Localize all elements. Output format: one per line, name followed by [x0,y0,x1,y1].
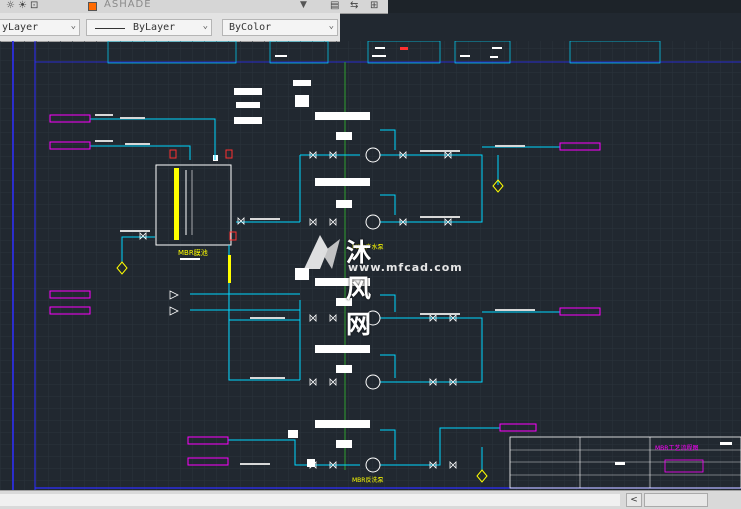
watermark-logo-icon [304,235,340,269]
color-combo-value: ByColor [229,22,272,33]
layer-freeze-icon[interactable]: ☀ [18,0,27,11]
layer-dropdown-icon[interactable]: ▼ [300,0,307,10]
watermark-text: 沐风网 [346,238,375,339]
chevron-down-icon[interactable]: ⌄ [203,21,208,31]
chevron-down-icon[interactable]: ⌄ [71,21,76,31]
linetype-combo[interactable]: ByLayer ⌄ [86,19,212,36]
scroll-thumb[interactable] [644,493,708,507]
pump-label-2: MBR反洗泵 [352,476,383,484]
properties-toolbar: yLayer ⌄ ByLayer ⌄ ByColor ⌄ [0,13,340,42]
layer-on-icon[interactable]: ☼ [6,0,15,11]
drawing-area-top-strip [388,0,741,13]
linetype-preview [95,28,125,29]
scrollbar-track[interactable] [0,494,620,506]
linetype-combo-value: ByLayer [133,22,176,33]
layer-match-icon[interactable]: ⊞ [370,0,378,11]
tank-tag [180,258,200,260]
layer-color-swatch [88,2,97,11]
chevron-down-icon[interactable]: ⌄ [329,21,334,31]
layer-states-icon[interactable]: ▤ [330,0,339,11]
layer-toolbar: ☼ ☀ ⊡ ASHADE ▼ ▤ ⇆ ⊞ [0,0,388,14]
title-block-label: MBR工艺流程图 [655,444,698,452]
watermark: 沐风网 www.mfcad.com [298,231,462,339]
watermark-url: www.mfcad.com [348,261,463,274]
layer-combo-value: yLayer [2,22,39,33]
layer-lock-icon[interactable]: ⊡ [30,0,38,11]
current-layer-name[interactable]: ASHADE [104,0,152,10]
scroll-left-button[interactable]: < [626,493,642,507]
layer-previous-icon[interactable]: ⇆ [350,0,358,11]
tank-label: MBR膜池 [178,248,208,257]
color-combo[interactable]: ByColor ⌄ [222,19,338,36]
horizontal-scrollbar[interactable]: < [0,490,741,509]
layer-combo[interactable]: yLayer ⌄ [0,19,80,36]
